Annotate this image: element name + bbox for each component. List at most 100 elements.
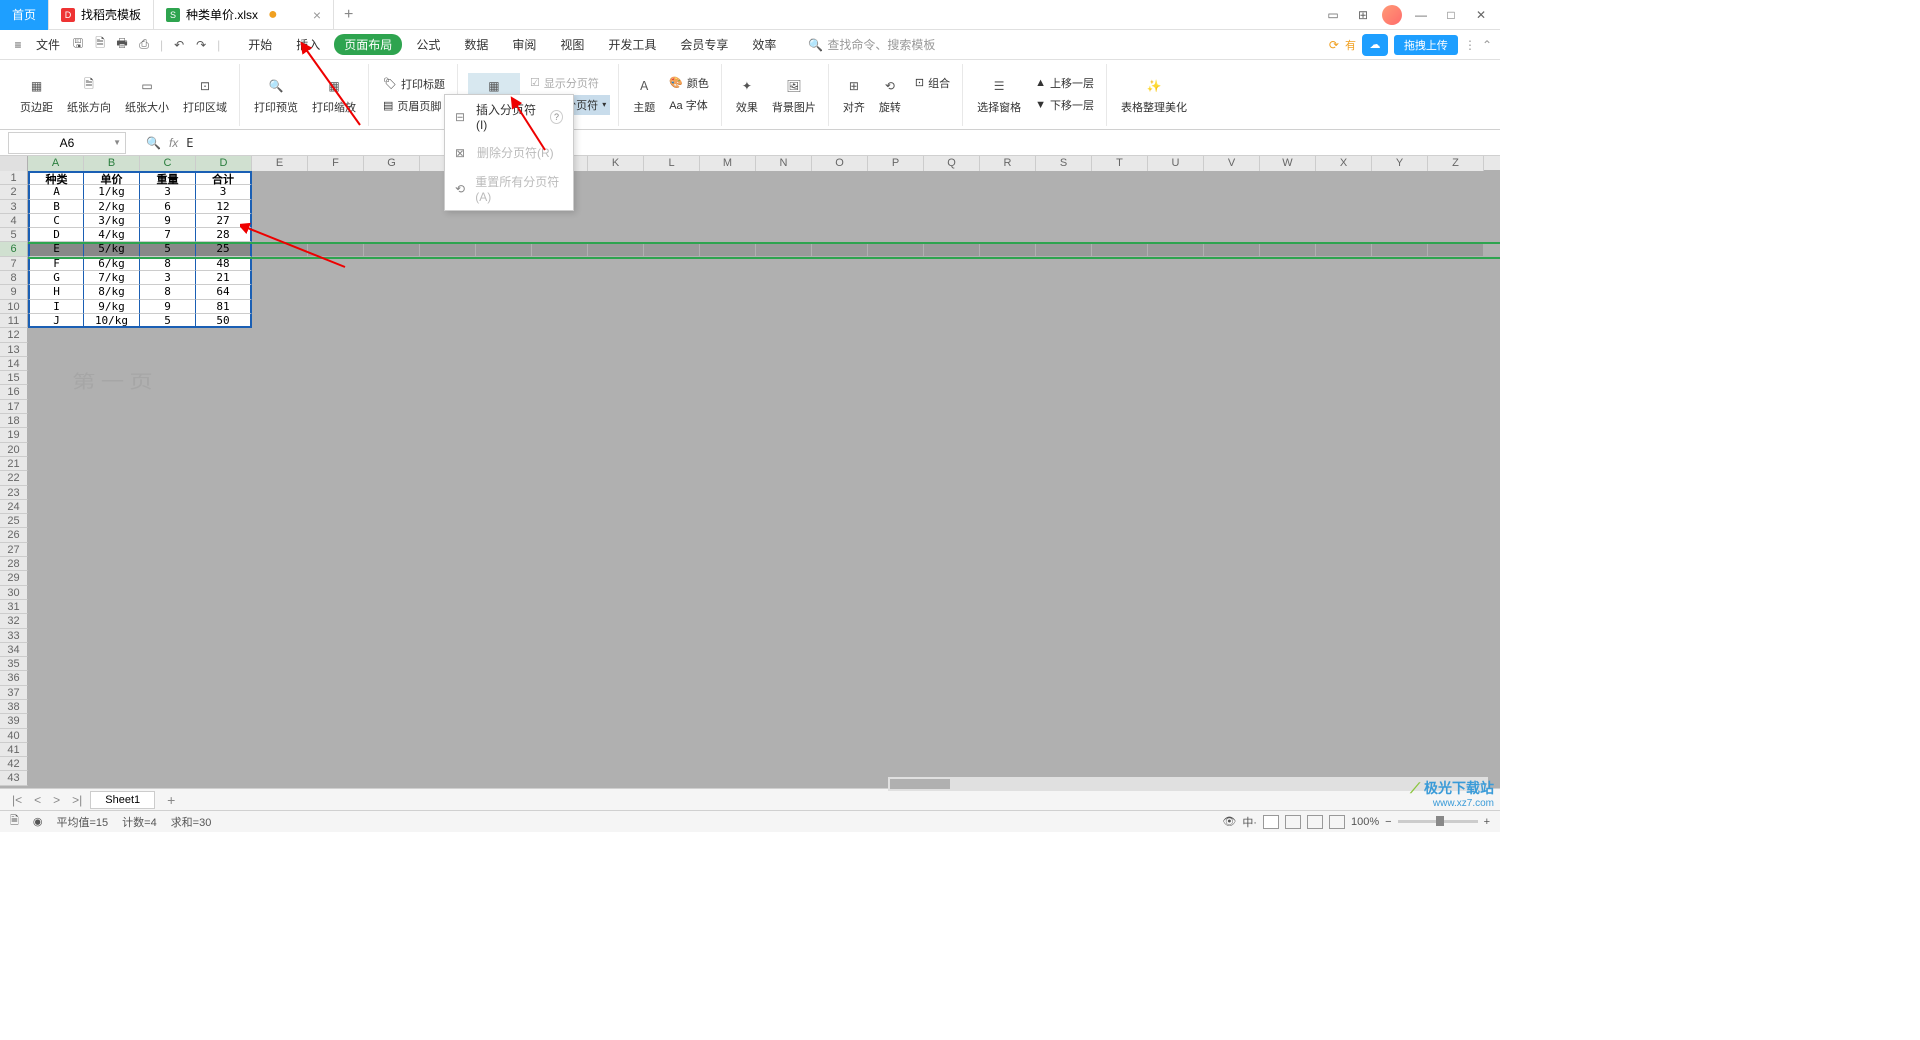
cell[interactable] — [1428, 314, 1484, 328]
cell[interactable] — [812, 271, 868, 285]
cell[interactable] — [28, 629, 84, 643]
cell[interactable] — [1428, 500, 1484, 514]
cell[interactable] — [1148, 514, 1204, 528]
cell[interactable] — [196, 571, 252, 585]
cell[interactable] — [364, 328, 420, 342]
col-header-P[interactable]: P — [868, 156, 924, 171]
cell[interactable] — [756, 614, 812, 628]
cell[interactable] — [1092, 543, 1148, 557]
cell[interactable] — [84, 629, 140, 643]
cell[interactable] — [1428, 414, 1484, 428]
cell[interactable] — [756, 414, 812, 428]
cell[interactable] — [28, 514, 84, 528]
cell[interactable]: D — [28, 228, 84, 242]
cell[interactable] — [700, 757, 756, 771]
cell[interactable] — [868, 343, 924, 357]
cell[interactable] — [84, 328, 140, 342]
cell[interactable] — [28, 571, 84, 585]
cell[interactable] — [252, 400, 308, 414]
cell[interactable] — [644, 271, 700, 285]
cell[interactable] — [308, 671, 364, 685]
cell[interactable] — [1204, 729, 1260, 743]
cell[interactable] — [532, 729, 588, 743]
cell[interactable] — [84, 743, 140, 757]
cell[interactable] — [1260, 271, 1316, 285]
cell[interactable] — [308, 614, 364, 628]
cell[interactable] — [84, 686, 140, 700]
row-header[interactable]: 20 — [0, 443, 28, 457]
cell[interactable] — [868, 528, 924, 542]
cell[interactable] — [1148, 629, 1204, 643]
cell[interactable] — [308, 514, 364, 528]
select-all-corner[interactable] — [0, 156, 28, 171]
cell[interactable]: 3/kg — [84, 214, 140, 228]
cell[interactable] — [84, 400, 140, 414]
cell[interactable] — [868, 471, 924, 485]
cell[interactable] — [588, 171, 644, 185]
cell[interactable] — [812, 385, 868, 399]
cell[interactable] — [1316, 443, 1372, 457]
col-header-R[interactable]: R — [980, 156, 1036, 171]
chevron-up-icon[interactable]: ⌃ — [1482, 38, 1492, 52]
selection-pane-button[interactable]: ☰选择窗格 — [973, 73, 1025, 117]
col-header-T[interactable]: T — [1092, 156, 1148, 171]
cell[interactable] — [1036, 486, 1092, 500]
cell[interactable] — [532, 271, 588, 285]
cell[interactable] — [420, 328, 476, 342]
cell[interactable] — [644, 557, 700, 571]
orientation-button[interactable]: 🗎纸张方向 — [63, 73, 115, 117]
cell[interactable] — [1148, 414, 1204, 428]
cell[interactable] — [532, 686, 588, 700]
cell[interactable] — [868, 328, 924, 342]
cell[interactable] — [1036, 543, 1092, 557]
cell[interactable] — [476, 743, 532, 757]
cell[interactable] — [532, 371, 588, 385]
tab-dev[interactable]: 开发工具 — [598, 34, 666, 55]
cell[interactable] — [1316, 557, 1372, 571]
cell[interactable] — [252, 185, 308, 199]
cell[interactable] — [196, 757, 252, 771]
cell[interactable] — [812, 471, 868, 485]
view-normal-icon[interactable] — [1263, 815, 1279, 829]
cell[interactable]: 8 — [140, 285, 196, 299]
cell[interactable] — [1148, 214, 1204, 228]
col-header-Q[interactable]: Q — [924, 156, 980, 171]
cell[interactable] — [140, 443, 196, 457]
col-header-K[interactable]: K — [588, 156, 644, 171]
cell[interactable] — [476, 528, 532, 542]
cell[interactable]: 25 — [196, 242, 252, 256]
cell[interactable] — [588, 643, 644, 657]
cell[interactable] — [812, 214, 868, 228]
cell[interactable] — [1148, 729, 1204, 743]
cell[interactable] — [308, 543, 364, 557]
cell[interactable] — [980, 457, 1036, 471]
cell[interactable] — [476, 500, 532, 514]
cell[interactable] — [812, 629, 868, 643]
cell[interactable] — [700, 443, 756, 457]
cell[interactable] — [1316, 428, 1372, 442]
cell[interactable] — [644, 528, 700, 542]
cell[interactable] — [252, 457, 308, 471]
cell[interactable] — [140, 657, 196, 671]
cell[interactable] — [532, 586, 588, 600]
help-icon[interactable]: ? — [550, 110, 563, 124]
cell[interactable] — [252, 528, 308, 542]
cell[interactable] — [700, 614, 756, 628]
cell[interactable] — [196, 671, 252, 685]
cell[interactable] — [1036, 557, 1092, 571]
beautify-button[interactable]: ✨表格整理美化 — [1117, 73, 1191, 117]
cell[interactable] — [812, 300, 868, 314]
col-header-D[interactable]: D — [196, 156, 252, 171]
cell[interactable] — [1036, 586, 1092, 600]
cell[interactable] — [588, 771, 644, 785]
cell[interactable] — [644, 171, 700, 185]
cell[interactable] — [1372, 457, 1428, 471]
cell[interactable] — [1316, 400, 1372, 414]
cell[interactable] — [924, 443, 980, 457]
cell[interactable] — [1428, 371, 1484, 385]
cell[interactable] — [1428, 657, 1484, 671]
cell[interactable] — [364, 543, 420, 557]
cell[interactable] — [1204, 629, 1260, 643]
cell[interactable] — [532, 457, 588, 471]
col-header-G[interactable]: G — [364, 156, 420, 171]
